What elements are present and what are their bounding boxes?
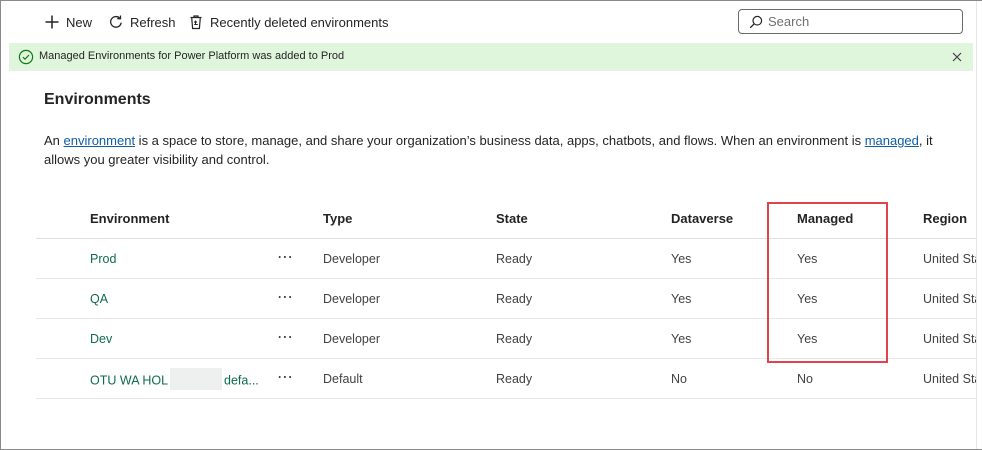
region-cell: United Sta <box>923 292 982 306</box>
banner-message: Managed Environments for Power Platform … <box>39 50 345 62</box>
search-input[interactable] <box>768 14 948 29</box>
page-title: Environments <box>44 91 151 108</box>
column-header-state[interactable]: State <box>496 211 528 226</box>
environment-name-part2: defa... <box>224 373 259 388</box>
state-cell: Ready <box>496 372 533 386</box>
page-description: An environment is a space to store, mana… <box>44 131 964 169</box>
close-icon[interactable] <box>949 49 965 65</box>
column-header-environment[interactable]: Environment <box>90 211 169 226</box>
type-cell: Developer <box>323 332 380 346</box>
dataverse-cell: Yes <box>671 332 692 346</box>
table-row[interactable]: Prod ⋯ Developer Ready Yes Yes United St… <box>36 239 981 279</box>
environment-name-link[interactable]: Dev <box>90 332 112 346</box>
table-row[interactable]: QA ⋯ Developer Ready Yes Yes United Sta <box>36 279 981 319</box>
state-cell: Ready <box>496 332 533 346</box>
region-cell: United Sta <box>923 252 982 266</box>
search-box[interactable] <box>738 9 963 34</box>
type-cell: Default <box>323 372 363 386</box>
region-cell: United Sta <box>923 372 982 386</box>
managed-link[interactable]: managed <box>865 133 919 148</box>
plus-icon <box>43 13 61 31</box>
refresh-icon <box>107 13 125 31</box>
vertical-scrollbar[interactable] <box>976 1 982 449</box>
recycle-bin-icon <box>187 13 205 31</box>
managed-cell: Yes <box>797 252 818 266</box>
environment-link[interactable]: environment <box>64 133 136 148</box>
state-cell: Ready <box>496 252 533 266</box>
success-check-icon <box>18 49 34 65</box>
region-cell: United Sta <box>923 332 982 346</box>
more-options-icon[interactable]: ⋯ <box>277 287 294 307</box>
new-button-label: New <box>66 14 93 30</box>
desc-middle: is a space to store, manage, and share y… <box>135 133 865 148</box>
managed-cell: Yes <box>797 292 818 306</box>
desc-prefix: An <box>44 133 64 148</box>
command-bar: New Refresh Recently deleted environment… <box>1 1 982 43</box>
column-header-region[interactable]: Region <box>923 211 967 226</box>
environment-name-part1: OTU WA HOL <box>90 373 169 388</box>
recently-deleted-label: Recently deleted environments <box>210 14 389 30</box>
refresh-button[interactable]: Refresh <box>107 12 176 32</box>
more-options-icon[interactable]: ⋯ <box>277 367 294 387</box>
recently-deleted-button[interactable]: Recently deleted environments <box>187 12 389 32</box>
dataverse-cell: Yes <box>671 252 692 266</box>
dataverse-cell: Yes <box>671 292 692 306</box>
dataverse-cell: No <box>671 372 687 386</box>
column-header-managed[interactable]: Managed <box>797 211 853 226</box>
more-options-icon[interactable]: ⋯ <box>277 327 294 347</box>
column-header-dataverse[interactable]: Dataverse <box>671 211 733 226</box>
success-banner: Managed Environments for Power Platform … <box>9 43 973 71</box>
managed-cell: No <box>797 372 813 386</box>
more-options-icon[interactable]: ⋯ <box>277 247 294 267</box>
environment-name-link[interactable]: OTU WA HOL defa... <box>90 368 259 390</box>
type-cell: Developer <box>323 252 380 266</box>
refresh-button-label: Refresh <box>130 14 176 30</box>
search-icon <box>748 14 764 30</box>
table-row[interactable]: Dev ⋯ Developer Ready Yes Yes United Sta <box>36 319 981 359</box>
environment-name-link[interactable]: QA <box>90 292 108 306</box>
table-row[interactable]: OTU WA HOL defa... ⋯ Default Ready No No … <box>36 359 981 399</box>
new-button[interactable]: New <box>43 12 92 32</box>
column-header-type[interactable]: Type <box>323 211 352 226</box>
environment-name-link[interactable]: Prod <box>90 252 116 266</box>
redacted-block <box>170 368 223 390</box>
state-cell: Ready <box>496 292 533 306</box>
type-cell: Developer <box>323 292 380 306</box>
app-frame: New Refresh Recently deleted environment… <box>0 0 982 450</box>
managed-cell: Yes <box>797 332 818 346</box>
